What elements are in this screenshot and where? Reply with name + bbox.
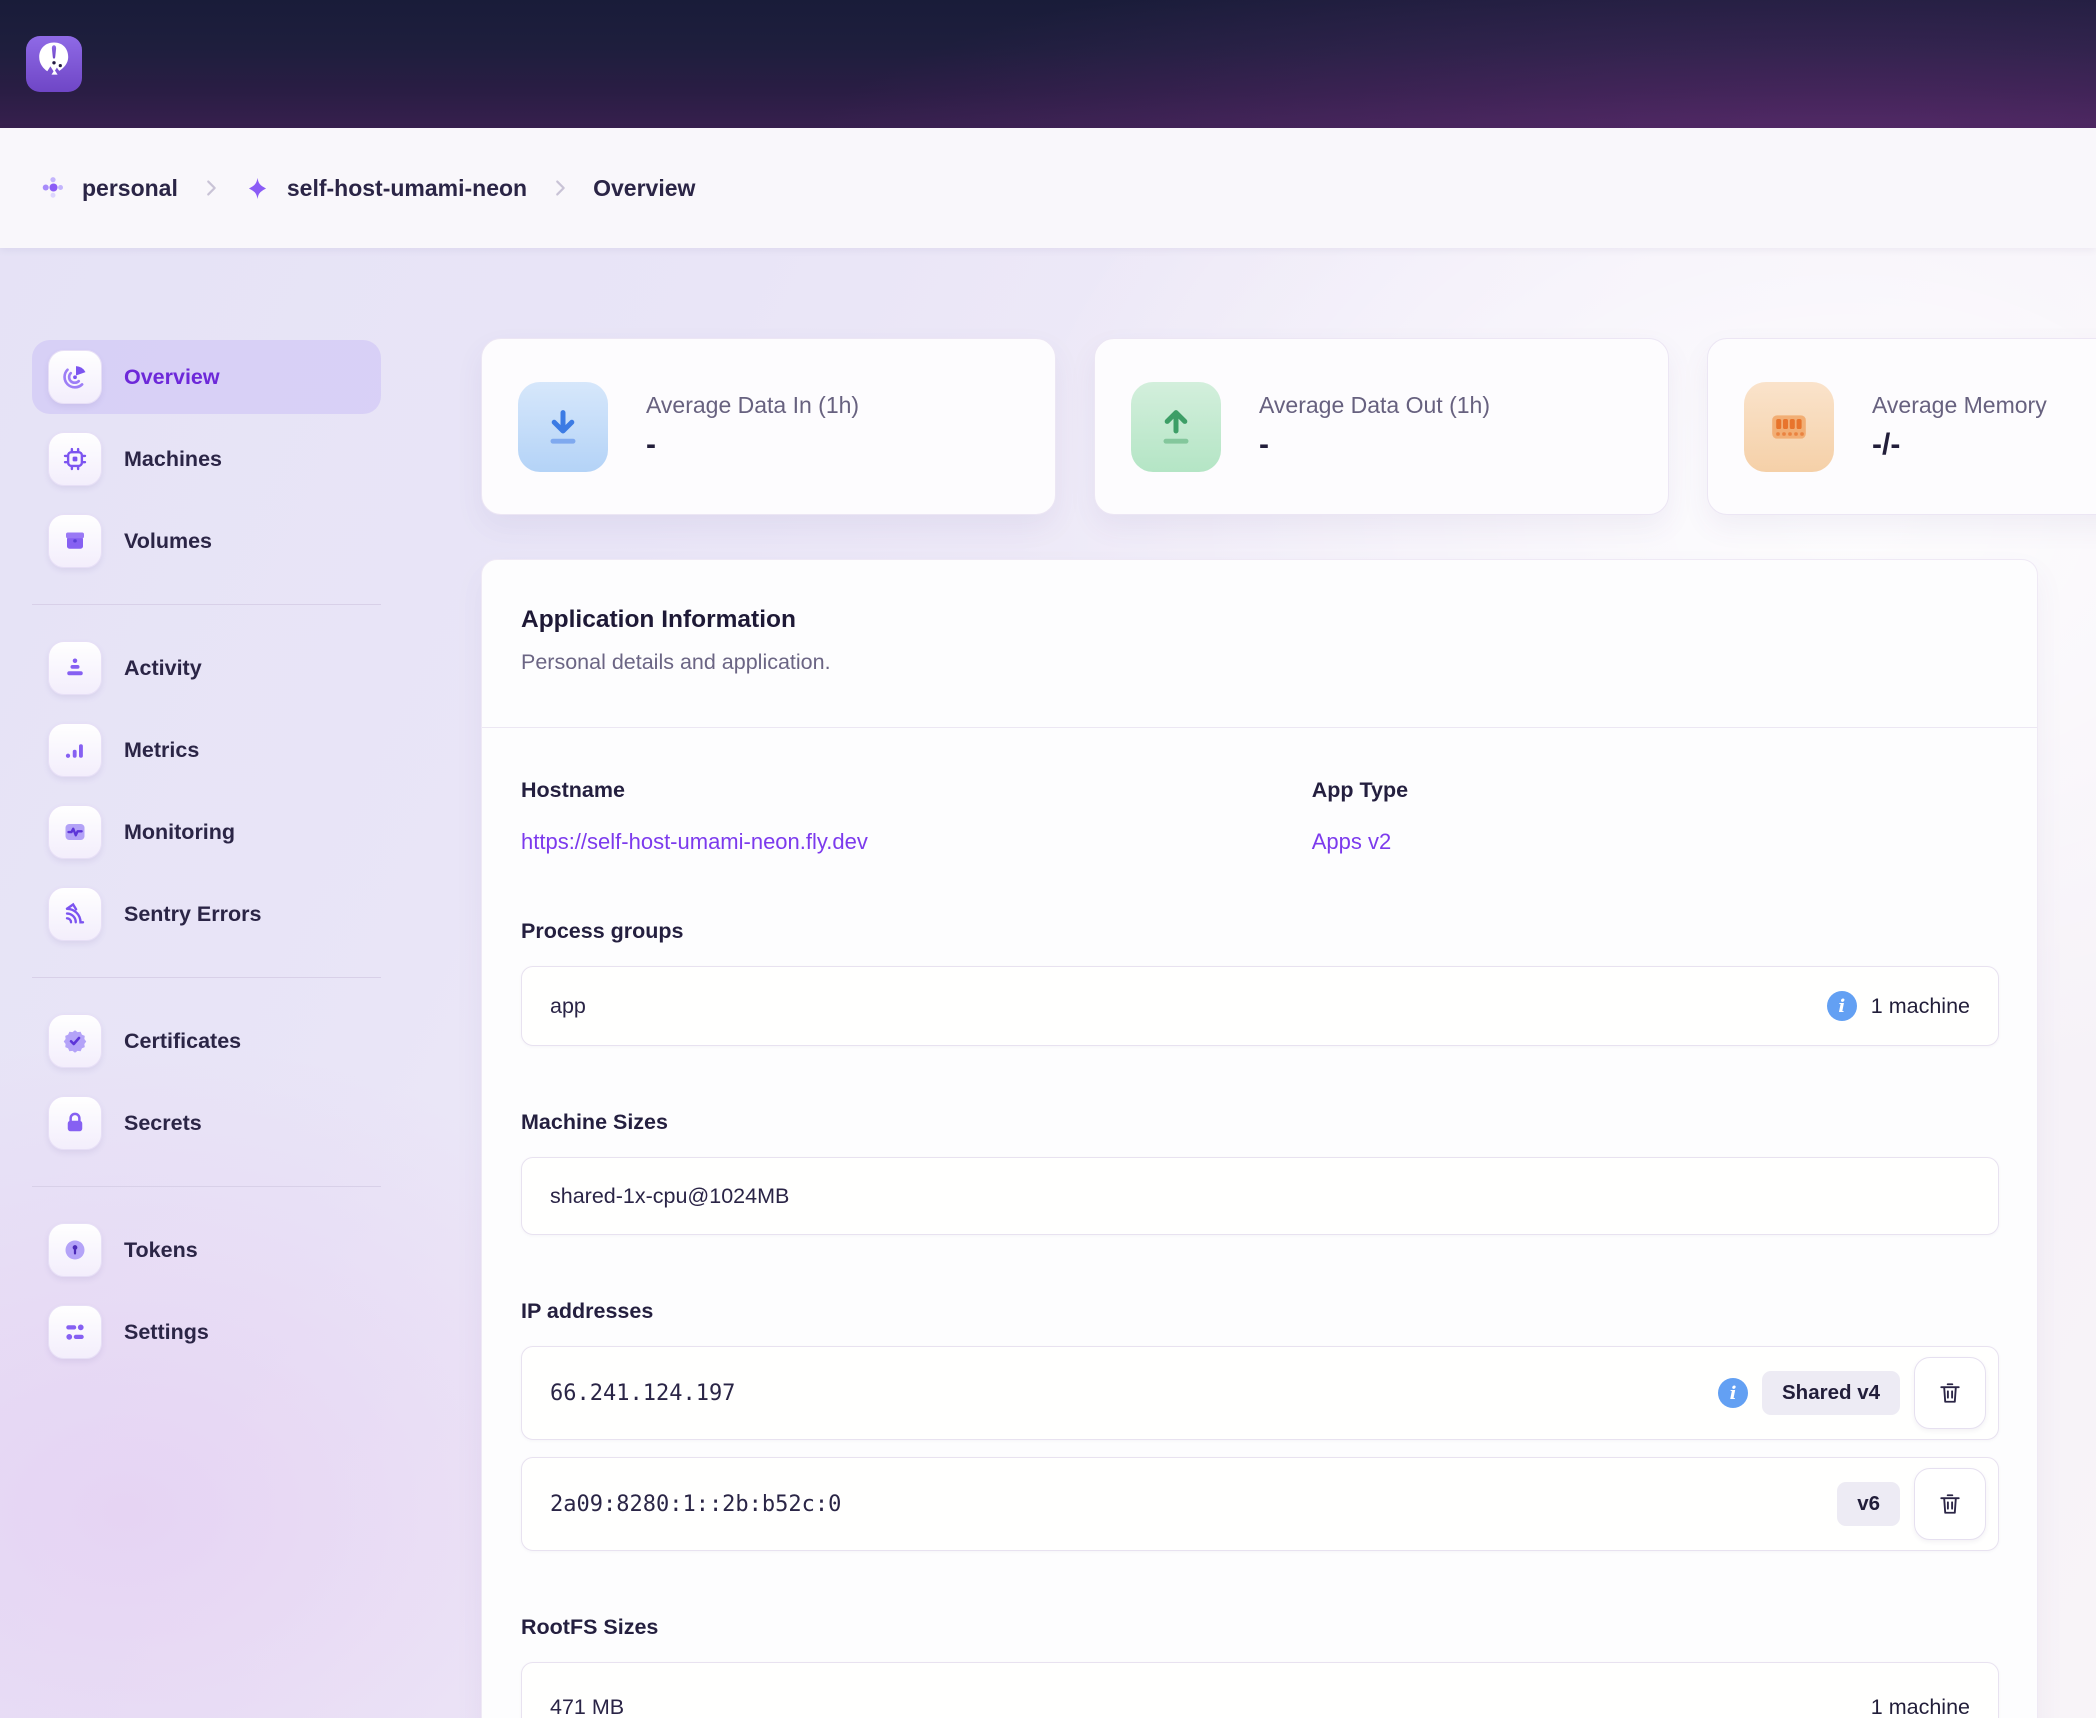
- stat-card-data-in: Average Data In (1h) -: [481, 338, 1056, 515]
- sidebar-item-machines[interactable]: Machines: [32, 422, 381, 496]
- stat-value: -/-: [1872, 428, 2047, 462]
- main-content: Average Data In (1h) - Average Data Out …: [465, 248, 2096, 1718]
- package-icon: [48, 514, 102, 568]
- process-group-name: app: [550, 994, 586, 1019]
- card-subtitle: Personal details and application.: [521, 650, 1997, 675]
- trash-icon: [1936, 1490, 1964, 1518]
- stats-row: Average Data In (1h) - Average Data Out …: [481, 338, 2096, 515]
- activity-stack-icon: [48, 641, 102, 695]
- sentry-icon: [48, 887, 102, 941]
- process-group-machines: 1 machine: [1871, 994, 1970, 1019]
- hostname-link[interactable]: https://self-host-umami-neon.fly.dev: [521, 829, 868, 855]
- breadcrumb-org-label: personal: [82, 175, 178, 202]
- sidebar-item-tokens[interactable]: Tokens: [32, 1213, 381, 1287]
- info-icon[interactable]: i: [1827, 991, 1857, 1021]
- ip-address: 66.241.124.197: [550, 1381, 735, 1406]
- cpu-chip-icon: [48, 432, 102, 486]
- app-star-icon: [244, 175, 271, 202]
- app-type-label: App Type: [1312, 778, 1999, 803]
- machine-sizes-label: Machine Sizes: [521, 1110, 1999, 1135]
- memory-icon: [1744, 382, 1834, 472]
- delete-ip-button[interactable]: [1914, 1468, 1986, 1540]
- sidebar-item-label: Settings: [124, 1320, 209, 1345]
- ip-addresses-label: IP addresses: [521, 1299, 1999, 1324]
- rootfs-size-value: 471 MB: [550, 1695, 624, 1718]
- rootfs-row: 471 MB 1 machine: [521, 1662, 1999, 1718]
- ip-type-badge: v6: [1837, 1482, 1900, 1526]
- sidebar-item-volumes[interactable]: Volumes: [32, 504, 381, 578]
- sidebar-item-label: Tokens: [124, 1238, 198, 1263]
- hostname-label: Hostname: [521, 778, 1312, 803]
- sidebar-item-label: Volumes: [124, 529, 212, 554]
- machine-size-value: shared-1x-cpu@1024MB: [550, 1184, 789, 1209]
- padlock-icon: [48, 1096, 102, 1150]
- chevron-right-icon: [200, 177, 222, 199]
- sidebar-item-monitoring[interactable]: Monitoring: [32, 795, 381, 869]
- top-header-bar: [0, 0, 2096, 128]
- sidebar-item-certificates[interactable]: Certificates: [32, 1004, 381, 1078]
- org-dots-icon: [40, 175, 66, 201]
- trash-icon: [1936, 1379, 1964, 1407]
- breadcrumb-org[interactable]: personal: [40, 175, 178, 202]
- chevron-right-icon: [549, 177, 571, 199]
- certificate-seal-icon: [48, 1014, 102, 1068]
- sidebar-item-sentry-errors[interactable]: Sentry Errors: [32, 877, 381, 951]
- app-type-value-link[interactable]: Apps v2: [1312, 829, 1392, 855]
- pulse-monitor-icon: [48, 805, 102, 859]
- ip-address: 2a09:8280:1::2b:b52c:0: [550, 1492, 841, 1517]
- sidebar-divider: [32, 977, 381, 978]
- application-information-card: Application Information Personal details…: [481, 559, 2038, 1718]
- delete-ip-button[interactable]: [1914, 1357, 1986, 1429]
- fly-dashboard-page: personal self-host-umami-neon Overview: [0, 0, 2096, 1718]
- overview-radar-icon: [48, 350, 102, 404]
- sliders-icon: [48, 1305, 102, 1359]
- sidebar-divider: [32, 1186, 381, 1187]
- sidebar-item-secrets[interactable]: Secrets: [32, 1086, 381, 1160]
- sidebar-item-label: Certificates: [124, 1029, 241, 1054]
- key-token-icon: [48, 1223, 102, 1277]
- info-icon[interactable]: i: [1718, 1378, 1748, 1408]
- process-groups-label: Process groups: [521, 919, 1999, 944]
- sidebar-item-label: Monitoring: [124, 820, 235, 845]
- process-group-row: app i 1 machine: [521, 966, 1999, 1046]
- card-title: Application Information: [521, 606, 1997, 634]
- stat-label: Average Data Out (1h): [1259, 392, 1490, 419]
- breadcrumb-page-label: Overview: [593, 175, 695, 202]
- stat-label: Average Memory: [1872, 392, 2047, 419]
- ip-row: 66.241.124.197 i Shared v4: [521, 1346, 1999, 1440]
- sidebar-item-label: Secrets: [124, 1111, 202, 1136]
- sidebar-item-overview[interactable]: Overview: [32, 340, 381, 414]
- sidebar-item-activity[interactable]: Activity: [32, 631, 381, 705]
- sidebar-divider: [32, 604, 381, 605]
- download-icon: [518, 382, 608, 472]
- ip-row: 2a09:8280:1::2b:b52c:0 v6: [521, 1457, 1999, 1551]
- stat-value: -: [1259, 428, 1490, 462]
- stat-card-data-out: Average Data Out (1h) -: [1094, 338, 1669, 515]
- sidebar-item-label: Sentry Errors: [124, 902, 261, 927]
- sidebar-item-label: Overview: [124, 365, 220, 390]
- sidebar-item-label: Machines: [124, 447, 222, 472]
- stat-card-memory: Average Memory -/-: [1707, 338, 2096, 515]
- stat-value: -: [646, 428, 859, 462]
- breadcrumb-app-label: self-host-umami-neon: [287, 175, 527, 202]
- sidebar-item-label: Metrics: [124, 738, 199, 763]
- machine-size-row: shared-1x-cpu@1024MB: [521, 1157, 1999, 1235]
- fly-balloon-icon: [26, 36, 82, 92]
- sidebar-item-label: Activity: [124, 656, 202, 681]
- sidebar-item-settings[interactable]: Settings: [32, 1295, 381, 1369]
- breadcrumb-page[interactable]: Overview: [593, 175, 695, 202]
- rootfs-machines: 1 machine: [1871, 1695, 1970, 1718]
- upload-icon: [1131, 382, 1221, 472]
- ip-type-badge: Shared v4: [1762, 1371, 1900, 1415]
- rootfs-sizes-label: RootFS Sizes: [521, 1615, 1999, 1640]
- fly-logo[interactable]: [26, 36, 82, 92]
- breadcrumb: personal self-host-umami-neon Overview: [0, 128, 2096, 248]
- stat-label: Average Data In (1h): [646, 392, 859, 419]
- bar-chart-icon: [48, 723, 102, 777]
- breadcrumb-app[interactable]: self-host-umami-neon: [244, 175, 527, 202]
- sidebar-nav: Overview Machines: [0, 248, 465, 1718]
- sidebar-item-metrics[interactable]: Metrics: [32, 713, 381, 787]
